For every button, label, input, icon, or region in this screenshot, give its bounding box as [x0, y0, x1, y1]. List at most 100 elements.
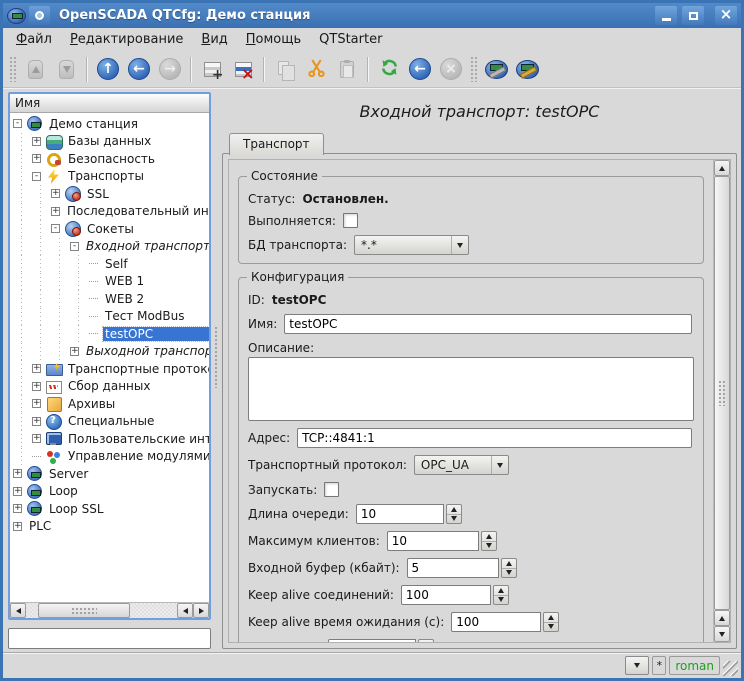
- expand-icon[interactable]: +: [32, 434, 41, 443]
- add-item-button[interactable]: +: [197, 54, 227, 84]
- scroll-thumb[interactable]: [714, 176, 730, 610]
- tree-item-loop-ssl[interactable]: +Loop SSL: [10, 500, 209, 518]
- tree-item-базы-данных[interactable]: +Базы данных: [10, 133, 209, 151]
- tree-item-специальные[interactable]: +Специальные: [10, 413, 209, 431]
- tree-item-демо-станция[interactable]: -Демо станция: [10, 115, 209, 133]
- priority-input[interactable]: [328, 639, 416, 642]
- maximize-button[interactable]: [682, 6, 704, 25]
- current-user-badge[interactable]: roman: [669, 656, 720, 675]
- save-button[interactable]: [51, 54, 81, 84]
- load-button[interactable]: [20, 54, 50, 84]
- minimize-button[interactable]: [655, 6, 677, 25]
- expand-icon[interactable]: +: [32, 382, 41, 391]
- collapse-icon[interactable]: -: [51, 224, 60, 233]
- tree-item-выходной-транспор[interactable]: +Выходной транспор: [10, 343, 209, 361]
- expand-icon[interactable]: +: [51, 189, 60, 198]
- qtstarter-module-button[interactable]: [512, 54, 542, 84]
- expand-icon[interactable]: +: [13, 469, 22, 478]
- spin-down-button[interactable]: [447, 514, 461, 524]
- window-menu-button[interactable]: [29, 6, 50, 25]
- scroll-track[interactable]: [714, 176, 730, 610]
- expand-icon[interactable]: +: [70, 347, 79, 356]
- spin-up-button[interactable]: [419, 640, 433, 642]
- expand-icon[interactable]: +: [32, 137, 41, 146]
- menu-item-qtstarter[interactable]: QTStarter: [311, 29, 390, 50]
- tree-item-web-2[interactable]: WEB 2: [10, 290, 209, 308]
- scroll-thumb[interactable]: [38, 603, 130, 618]
- tree-item-ssl[interactable]: +SSL: [10, 185, 209, 203]
- stop-button[interactable]: ×: [436, 54, 466, 84]
- tree-item-пользовательские-инт[interactable]: +Пользовательские инт: [10, 430, 209, 448]
- spin-up-button[interactable]: [544, 613, 558, 622]
- spin-down-button[interactable]: [482, 541, 496, 551]
- tab-transport[interactable]: Транспорт: [229, 133, 324, 155]
- scroll-track[interactable]: [26, 603, 177, 618]
- protocol-combobox[interactable]: OPC_UA: [414, 455, 509, 475]
- keepalive-conn-input[interactable]: [401, 585, 491, 605]
- spin-up-button[interactable]: [482, 532, 496, 541]
- cut-button[interactable]: [301, 54, 331, 84]
- expand-icon[interactable]: +: [13, 487, 22, 496]
- name-input[interactable]: [284, 314, 692, 334]
- menu-item-edit[interactable]: Редактирование: [62, 29, 191, 50]
- back-button[interactable]: ←: [124, 54, 154, 84]
- modified-flag[interactable]: *: [652, 656, 666, 675]
- tree-item-plc[interactable]: +PLC: [10, 518, 209, 536]
- menu-item-file[interactable]: Файл: [8, 29, 60, 50]
- tree-item-архивы[interactable]: +Архивы: [10, 395, 209, 413]
- spin-up-button[interactable]: [447, 505, 461, 514]
- menu-item-help[interactable]: Помощь: [238, 29, 309, 50]
- tree-item-server[interactable]: +Server: [10, 465, 209, 483]
- expand-icon[interactable]: +: [32, 417, 41, 426]
- expand-icon[interactable]: +: [32, 364, 41, 373]
- spin-down-button[interactable]: [502, 568, 516, 578]
- description-textarea[interactable]: [248, 357, 694, 421]
- tree-item-web-1[interactable]: WEB 1: [10, 273, 209, 291]
- expand-icon[interactable]: +: [51, 207, 60, 216]
- spin-down-button[interactable]: [544, 622, 558, 632]
- db-combobox[interactable]: *.*: [354, 235, 469, 255]
- up-button[interactable]: ↑: [93, 54, 123, 84]
- tree-item-self[interactable]: Self: [10, 255, 209, 273]
- queue-input[interactable]: [356, 504, 444, 524]
- tree-item-тест-modbus[interactable]: Тест ModBus: [10, 308, 209, 326]
- scroll-left-button[interactable]: [10, 603, 26, 618]
- forward-button[interactable]: →: [155, 54, 185, 84]
- tostart-checkbox[interactable]: [324, 482, 339, 497]
- tree-item-сокеты[interactable]: -Сокеты: [10, 220, 209, 238]
- scroll-up-button[interactable]: [714, 160, 730, 176]
- tree-item-loop[interactable]: +Loop: [10, 483, 209, 501]
- toolbar-drag-handle[interactable]: [9, 56, 16, 82]
- spin-down-button[interactable]: [494, 595, 508, 605]
- tree-item-входной-транспорт[interactable]: -Входной транспорт: [10, 238, 209, 256]
- inbuf-input[interactable]: [407, 558, 499, 578]
- spin-up-button[interactable]: [494, 586, 508, 595]
- collapse-icon[interactable]: -: [70, 242, 79, 251]
- menu-item-view[interactable]: Вид: [193, 29, 235, 50]
- expand-icon[interactable]: +: [32, 154, 41, 163]
- tree-item-testopc[interactable]: testOPC: [10, 325, 209, 343]
- expand-icon[interactable]: +: [32, 399, 41, 408]
- tree-search-input[interactable]: [8, 628, 211, 649]
- tree-item-последовательный-инт[interactable]: +Последовательный инт: [10, 203, 209, 221]
- qtcfg-module-button[interactable]: [481, 54, 511, 84]
- scroll-up-button-2[interactable]: [714, 610, 730, 626]
- paste-button[interactable]: [332, 54, 362, 84]
- toolbar-drag-handle[interactable]: [470, 56, 477, 82]
- collapse-icon[interactable]: -: [32, 172, 41, 181]
- resize-grip[interactable]: [723, 661, 738, 676]
- copy-button[interactable]: [270, 54, 300, 84]
- running-checkbox[interactable]: [343, 213, 358, 228]
- maxclients-input[interactable]: [387, 531, 479, 551]
- address-input[interactable]: [297, 428, 692, 448]
- close-button[interactable]: ×: [715, 6, 737, 25]
- start-update-button[interactable]: ←: [405, 54, 435, 84]
- tree-header[interactable]: Имя: [10, 94, 209, 113]
- tree-item-сбор-данных[interactable]: +Сбор данных: [10, 378, 209, 396]
- expand-icon[interactable]: +: [13, 504, 22, 513]
- delete-item-button[interactable]: ×: [228, 54, 258, 84]
- scroll-down-button[interactable]: [714, 626, 730, 642]
- refresh-button[interactable]: [374, 54, 404, 84]
- scroll-right-button[interactable]: [193, 603, 209, 618]
- scroll-left-button-2[interactable]: [177, 603, 193, 618]
